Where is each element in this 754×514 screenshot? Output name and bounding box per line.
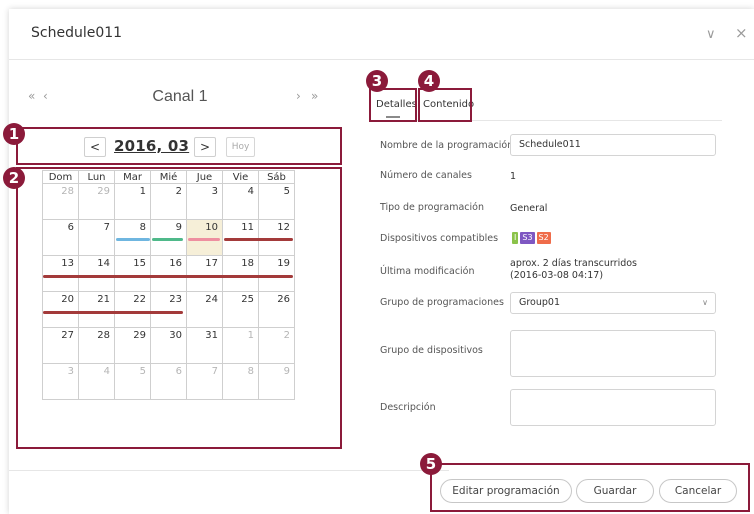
annotation-box-5 (430, 463, 750, 512)
schedule-name-label: Nombre de la programación (380, 140, 514, 151)
compatible-devices-label: Dispositivos compatibles (380, 233, 499, 244)
annotation-badge-1: 1 (3, 123, 25, 145)
device-chip-s3: S3 (520, 232, 535, 244)
chevron-down-icon: ∨ (702, 298, 708, 307)
close-icon[interactable]: × (735, 24, 748, 42)
prev-channel-icon[interactable]: ‹ (43, 89, 48, 103)
device-chip-i: I (512, 232, 519, 244)
channel-count-value: 1 (510, 171, 517, 182)
description-input[interactable] (510, 389, 716, 426)
channel-count-label: Número de canales (380, 170, 472, 181)
last-modified-relative: aprox. 2 días transcurridos (510, 258, 637, 269)
annotation-badge-2: 2 (3, 167, 25, 189)
last-modified-date: (2016-03-08 04:17) (510, 270, 604, 281)
annotation-box-3 (369, 88, 417, 122)
annotation-badge-3: 3 (366, 70, 388, 92)
annotation-badge-5: 5 (420, 453, 442, 475)
device-chip-s2: S2 (536, 232, 551, 244)
channel-name: Canal 1 (152, 88, 208, 105)
device-group-label: Grupo de dispositivos (380, 345, 483, 356)
last-channel-icon[interactable]: » (311, 89, 318, 103)
footer-divider (9, 470, 449, 471)
last-modified-label: Última modificación (380, 266, 475, 277)
schedule-group-select[interactable]: Group01 ∨ (510, 292, 716, 314)
schedule-group-label: Grupo de programaciones (380, 297, 504, 308)
schedule-group-value: Group01 (519, 297, 561, 308)
first-channel-icon[interactable]: « (28, 89, 35, 103)
annotation-badge-4: 4 (418, 70, 440, 92)
description-label: Descripción (380, 402, 436, 413)
annotation-box-2 (16, 167, 342, 449)
schedule-name-input[interactable]: Schedule011 (510, 134, 716, 156)
next-channel-icon[interactable]: › (296, 89, 301, 103)
compatible-devices-chips: I S3 S2 (512, 232, 553, 244)
schedule-type-label: Tipo de programación (380, 202, 484, 213)
annotation-box-4 (418, 88, 472, 122)
annotation-box-1 (16, 127, 342, 165)
schedule-type-value: General (510, 203, 548, 214)
title-divider (9, 59, 754, 60)
device-group-input[interactable] (510, 330, 716, 377)
minimize-icon[interactable]: ∨ (706, 27, 716, 42)
dialog-title: Schedule011 (31, 25, 123, 41)
